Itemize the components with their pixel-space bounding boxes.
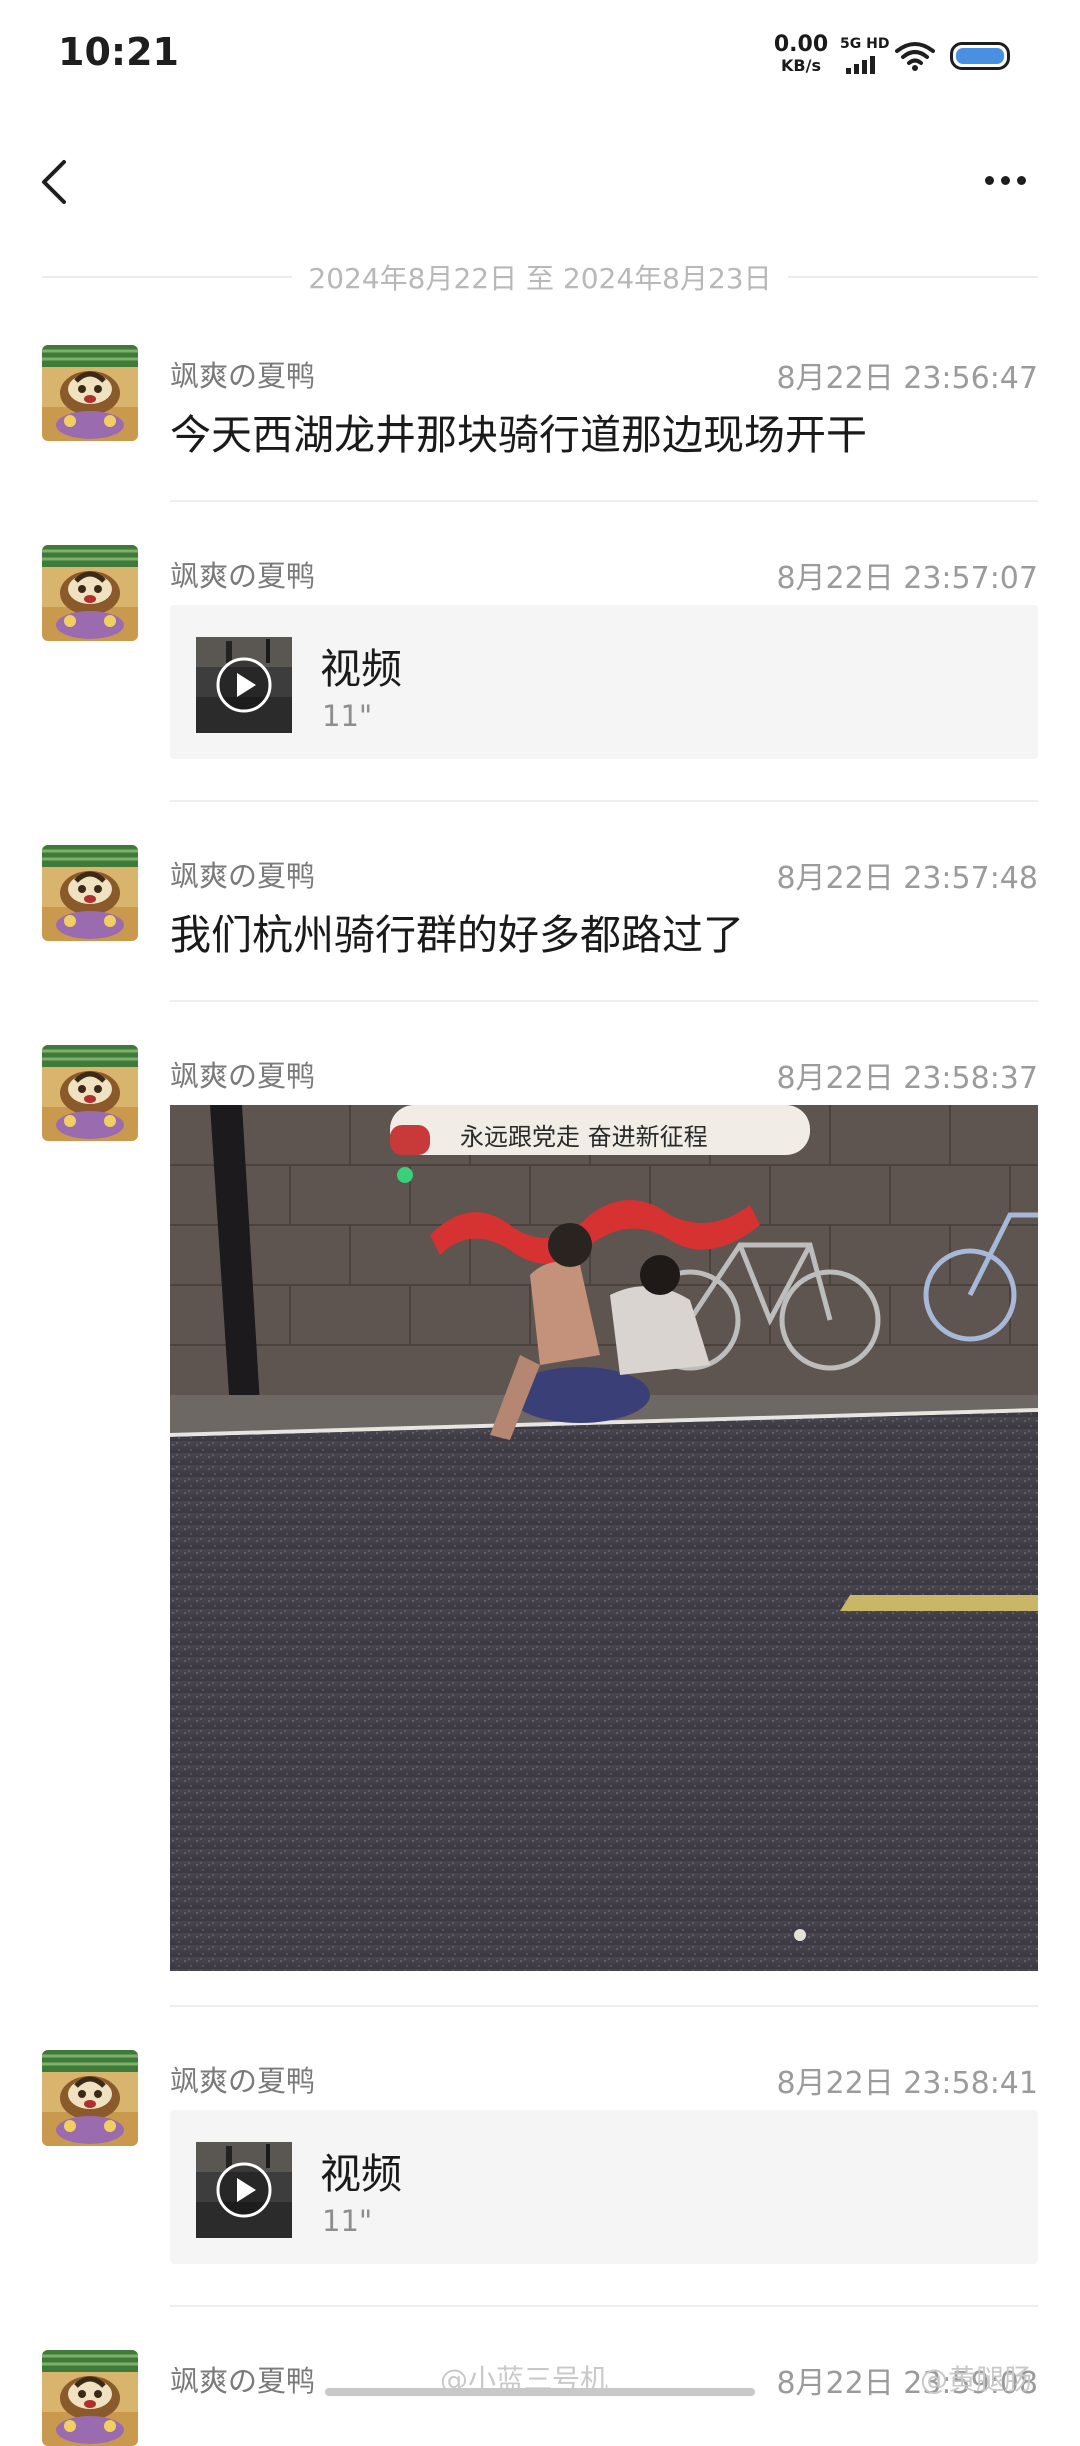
home-indicator[interactable]: [325, 2388, 755, 2396]
wifi-icon: [895, 40, 935, 72]
video-thumbnail: [196, 637, 292, 733]
message-time: 8月22日 23:58:37: [776, 1061, 1038, 1096]
play-icon: [216, 2162, 272, 2218]
video-card[interactable]: 视频 11": [170, 605, 1038, 759]
message-item[interactable]: 飒爽の夏鸭 8月22日 23:58:37 永远跟党走 奋进新征程: [0, 1045, 1080, 2007]
message-item[interactable]: 飒爽の夏鸭 8月22日 23:56:47 今天西湖龙井那块骑行道那边现场开干: [0, 345, 1080, 515]
weibo-watermark: @黄腿肠: [920, 2363, 1033, 2396]
divider-line: [42, 276, 293, 278]
network-speed-unit: KB/s: [781, 56, 821, 75]
message-time: 8月22日 23:57:48: [776, 861, 1038, 896]
date-range-label: 2024年8月22日 至 2024年8月23日: [308, 262, 772, 295]
avatar[interactable]: [42, 845, 138, 941]
avatar-image: [42, 1045, 138, 1141]
video-duration: 11": [322, 2204, 373, 2238]
sender-name: 飒爽の夏鸭: [170, 359, 316, 393]
status-time: 10:21: [58, 30, 179, 74]
message-separator: [170, 1000, 1038, 1002]
video-title: 视频: [320, 645, 402, 693]
video-card[interactable]: 视频 11": [170, 2110, 1038, 2264]
sender-name: 飒爽の夏鸭: [170, 2364, 316, 2398]
sender-name: 飒爽の夏鸭: [170, 859, 316, 893]
message-item[interactable]: 飒爽の夏鸭 8月22日 23:57:07 视频 11": [0, 545, 1080, 805]
sender-name: 飒爽の夏鸭: [170, 2064, 316, 2098]
avatar-image: [42, 2350, 138, 2446]
avatar-image: [42, 2050, 138, 2146]
nav-bar: [0, 130, 1080, 240]
message-separator: [170, 800, 1038, 802]
signal-bars: [846, 56, 875, 74]
network-speed-value: 0.00: [773, 32, 829, 57]
avatar[interactable]: [42, 1045, 138, 1141]
video-thumbnail: [196, 2142, 292, 2238]
message-text: 今天西湖龙井那块骑行道那边现场开干: [170, 411, 867, 459]
avatar-image: [42, 345, 138, 441]
message-time: 8月22日 23:57:07: [776, 561, 1038, 596]
battery-level: [956, 48, 1004, 64]
avatar[interactable]: [42, 2050, 138, 2146]
message-separator: [170, 2305, 1038, 2307]
divider-line: [787, 276, 1038, 278]
network-speed: 0.00 KB/s: [770, 34, 832, 74]
video-duration: 11": [322, 699, 373, 733]
date-range-divider: 2024年8月22日 至 2024年8月23日: [42, 255, 1038, 299]
back-button[interactable]: [28, 152, 88, 212]
battery-icon: [950, 42, 1010, 70]
avatar[interactable]: [42, 2350, 138, 2446]
more-dots-icon: [984, 175, 994, 185]
avatar[interactable]: [42, 345, 138, 441]
sender-name: 飒爽の夏鸭: [170, 559, 316, 593]
banner-text: 永远跟党走 奋进新征程: [460, 1123, 708, 1151]
message-time: 8月22日 23:56:47: [776, 361, 1038, 396]
message-separator: [170, 500, 1038, 502]
avatar[interactable]: [42, 545, 138, 641]
avatar-image: [42, 845, 138, 941]
video-title: 视频: [320, 2150, 402, 2198]
sender-name: 飒爽の夏鸭: [170, 1059, 316, 1093]
message-separator: [170, 2005, 1038, 2007]
photo-message[interactable]: 永远跟党走 奋进新征程: [170, 1105, 1038, 1971]
network-type-label: 5G HD: [840, 36, 890, 52]
more-button[interactable]: [970, 150, 1040, 210]
avatar-image: [42, 545, 138, 641]
message-time: 8月22日 23:58:41: [776, 2066, 1038, 2101]
back-arrow-icon: [42, 160, 66, 204]
message-item[interactable]: 飒爽の夏鸭 8月22日 23:57:48 我们杭州骑行群的好多都路过了: [0, 845, 1080, 1005]
status-bar: 10:21 0.00 KB/s 5G HD: [0, 0, 1080, 110]
signal-icon: 5G HD: [840, 36, 890, 76]
play-icon: [216, 657, 272, 713]
message-text: 我们杭州骑行群的好多都路过了: [170, 911, 744, 959]
message-item[interactable]: 飒爽の夏鸭 8月22日 23:58:41 视频 11": [0, 2050, 1080, 2310]
